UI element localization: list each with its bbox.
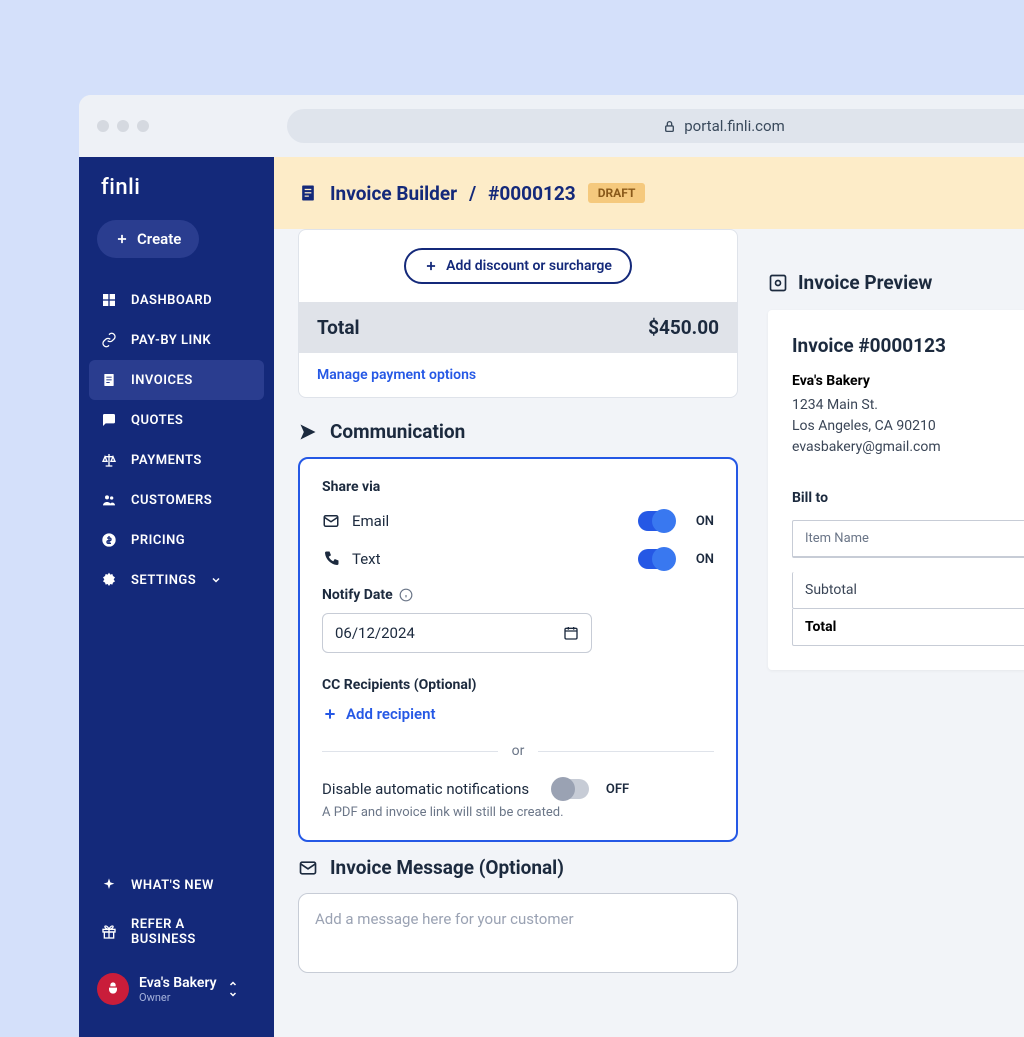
disable-notifications-row: Disable automatic notifications OFF [322, 779, 714, 799]
sidebar-item-settings[interactable]: SETTINGS [79, 560, 274, 600]
disable-toggle[interactable] [553, 779, 589, 799]
communication-card: Share via Email ON Text [298, 457, 738, 842]
sidebar-item-dashboard[interactable]: DASHBOARD [79, 280, 274, 320]
create-label: Create [137, 230, 181, 248]
preview-invoice-number: Invoice #0000123 [792, 334, 1024, 357]
sparkle-icon [101, 877, 117, 893]
total-row: Total $450.00 [299, 302, 737, 353]
breadcrumb-sep: / [469, 182, 476, 205]
chevron-updown-icon [227, 980, 239, 998]
traffic-min[interactable] [117, 120, 129, 132]
sidebar-item-customers[interactable]: CUSTOMERS [79, 480, 274, 520]
dashboard-icon [101, 292, 117, 308]
info-icon[interactable] [399, 588, 413, 602]
share-text-row: Text ON [322, 549, 714, 569]
browser-chrome: portal.finli.com [79, 95, 1024, 157]
add-discount-button[interactable]: Add discount or surcharge [404, 248, 632, 284]
disable-help-text: A PDF and invoice link will still be cre… [322, 805, 714, 820]
sidebar-item-quotes[interactable]: QUOTES [79, 400, 274, 440]
email-toggle-state: ON [686, 514, 714, 529]
preview-email: evasbakery@gmail.com [792, 437, 1024, 458]
status-badge: DRAFT [588, 183, 646, 203]
url-text: portal.finli.com [684, 117, 785, 135]
lock-icon [663, 120, 676, 133]
logo: finli [79, 175, 274, 214]
plus-icon [115, 232, 129, 246]
dollar-icon [101, 532, 117, 548]
add-recipient-button[interactable]: Add recipient [322, 705, 714, 723]
sidebar: finli Create DASHBOARD PAY-BY LINK INVOI… [79, 157, 274, 1037]
total-value: $450.00 [648, 316, 719, 339]
cc-label: CC Recipients (Optional) [322, 677, 714, 693]
plus-icon [424, 259, 438, 273]
email-toggle[interactable] [638, 511, 674, 531]
manage-payment-link[interactable]: Manage payment options [299, 353, 737, 397]
invoice-icon [101, 372, 117, 388]
sidebar-item-refer[interactable]: REFER A BUSINESS [79, 905, 274, 959]
invoice-number: #0000123 [488, 182, 576, 205]
preview-title: Invoice Preview [768, 271, 1024, 294]
preview-th-item: Item Name [805, 531, 869, 546]
communication-header: Communication [298, 420, 738, 443]
share-email-row: Email ON [322, 511, 714, 531]
sidebar-item-payments[interactable]: PAYMENTS [79, 440, 274, 480]
email-icon [322, 512, 340, 530]
notify-date-input[interactable]: 06/12/2024 [322, 613, 592, 653]
chevron-down-icon [210, 574, 222, 586]
preview-subtotal: Subtotal [792, 572, 1024, 609]
text-toggle-state: ON [686, 552, 714, 567]
avatar [97, 973, 129, 1005]
disable-toggle-state: OFF [601, 782, 629, 797]
gift-icon [101, 924, 117, 940]
scale-icon [101, 452, 117, 468]
preview-billto-row: Bill to Due Date [792, 490, 1024, 506]
traffic-close[interactable] [97, 120, 109, 132]
profile-name: Eva's Bakery [139, 975, 217, 991]
users-icon [101, 492, 117, 508]
text-toggle[interactable] [638, 549, 674, 569]
sidebar-item-pricing[interactable]: PRICING [79, 520, 274, 560]
mail-icon [298, 858, 318, 878]
browser-window: portal.finli.com finli Create DASHBOARD … [79, 95, 1024, 1037]
link-icon [101, 332, 117, 348]
preview-table: Item Name Qty/Rate [792, 520, 1024, 558]
preview-addr1: 1234 Main St. [792, 395, 1024, 416]
invoice-message-input[interactable]: Add a message here for your customer [298, 893, 738, 973]
sidebar-item-whatsnew[interactable]: WHAT'S NEW [79, 865, 274, 905]
quote-icon [101, 412, 117, 428]
plus-icon [322, 706, 338, 722]
profile-switcher[interactable]: Eva's Bakery Owner [79, 959, 274, 1019]
topbar: Invoice Builder / #0000123 DRAFT Save [274, 157, 1024, 229]
send-icon [298, 422, 318, 442]
preview-company-name: Eva's Bakery [792, 373, 1024, 389]
gear-icon [101, 572, 117, 588]
traffic-max[interactable] [137, 120, 149, 132]
sidebar-item-paybylink[interactable]: PAY-BY LINK [79, 320, 274, 360]
create-button[interactable]: Create [97, 220, 199, 258]
calendar-icon [563, 625, 579, 641]
or-divider: or [322, 743, 714, 759]
sidebar-item-invoices[interactable]: INVOICES [89, 360, 264, 400]
page-title: Invoice Builder [330, 182, 457, 205]
notify-date-label: Notify Date [322, 587, 714, 603]
profile-role: Owner [139, 991, 217, 1004]
preview-addr2: Los Angeles, CA 90210 [792, 416, 1024, 437]
totals-card: Add discount or surcharge Total $450.00 … [298, 229, 738, 398]
share-via-label: Share via [322, 479, 714, 495]
url-bar[interactable]: portal.finli.com [287, 109, 1024, 143]
document-icon [298, 183, 318, 203]
phone-icon [322, 550, 340, 568]
preview-total: Total [792, 609, 1024, 646]
preview-card: Invoice #0000123 Eva's Bakery 1234 Main … [768, 310, 1024, 670]
message-header: Invoice Message (Optional) [298, 856, 738, 879]
preview-icon [768, 273, 788, 293]
total-label: Total [317, 316, 360, 339]
